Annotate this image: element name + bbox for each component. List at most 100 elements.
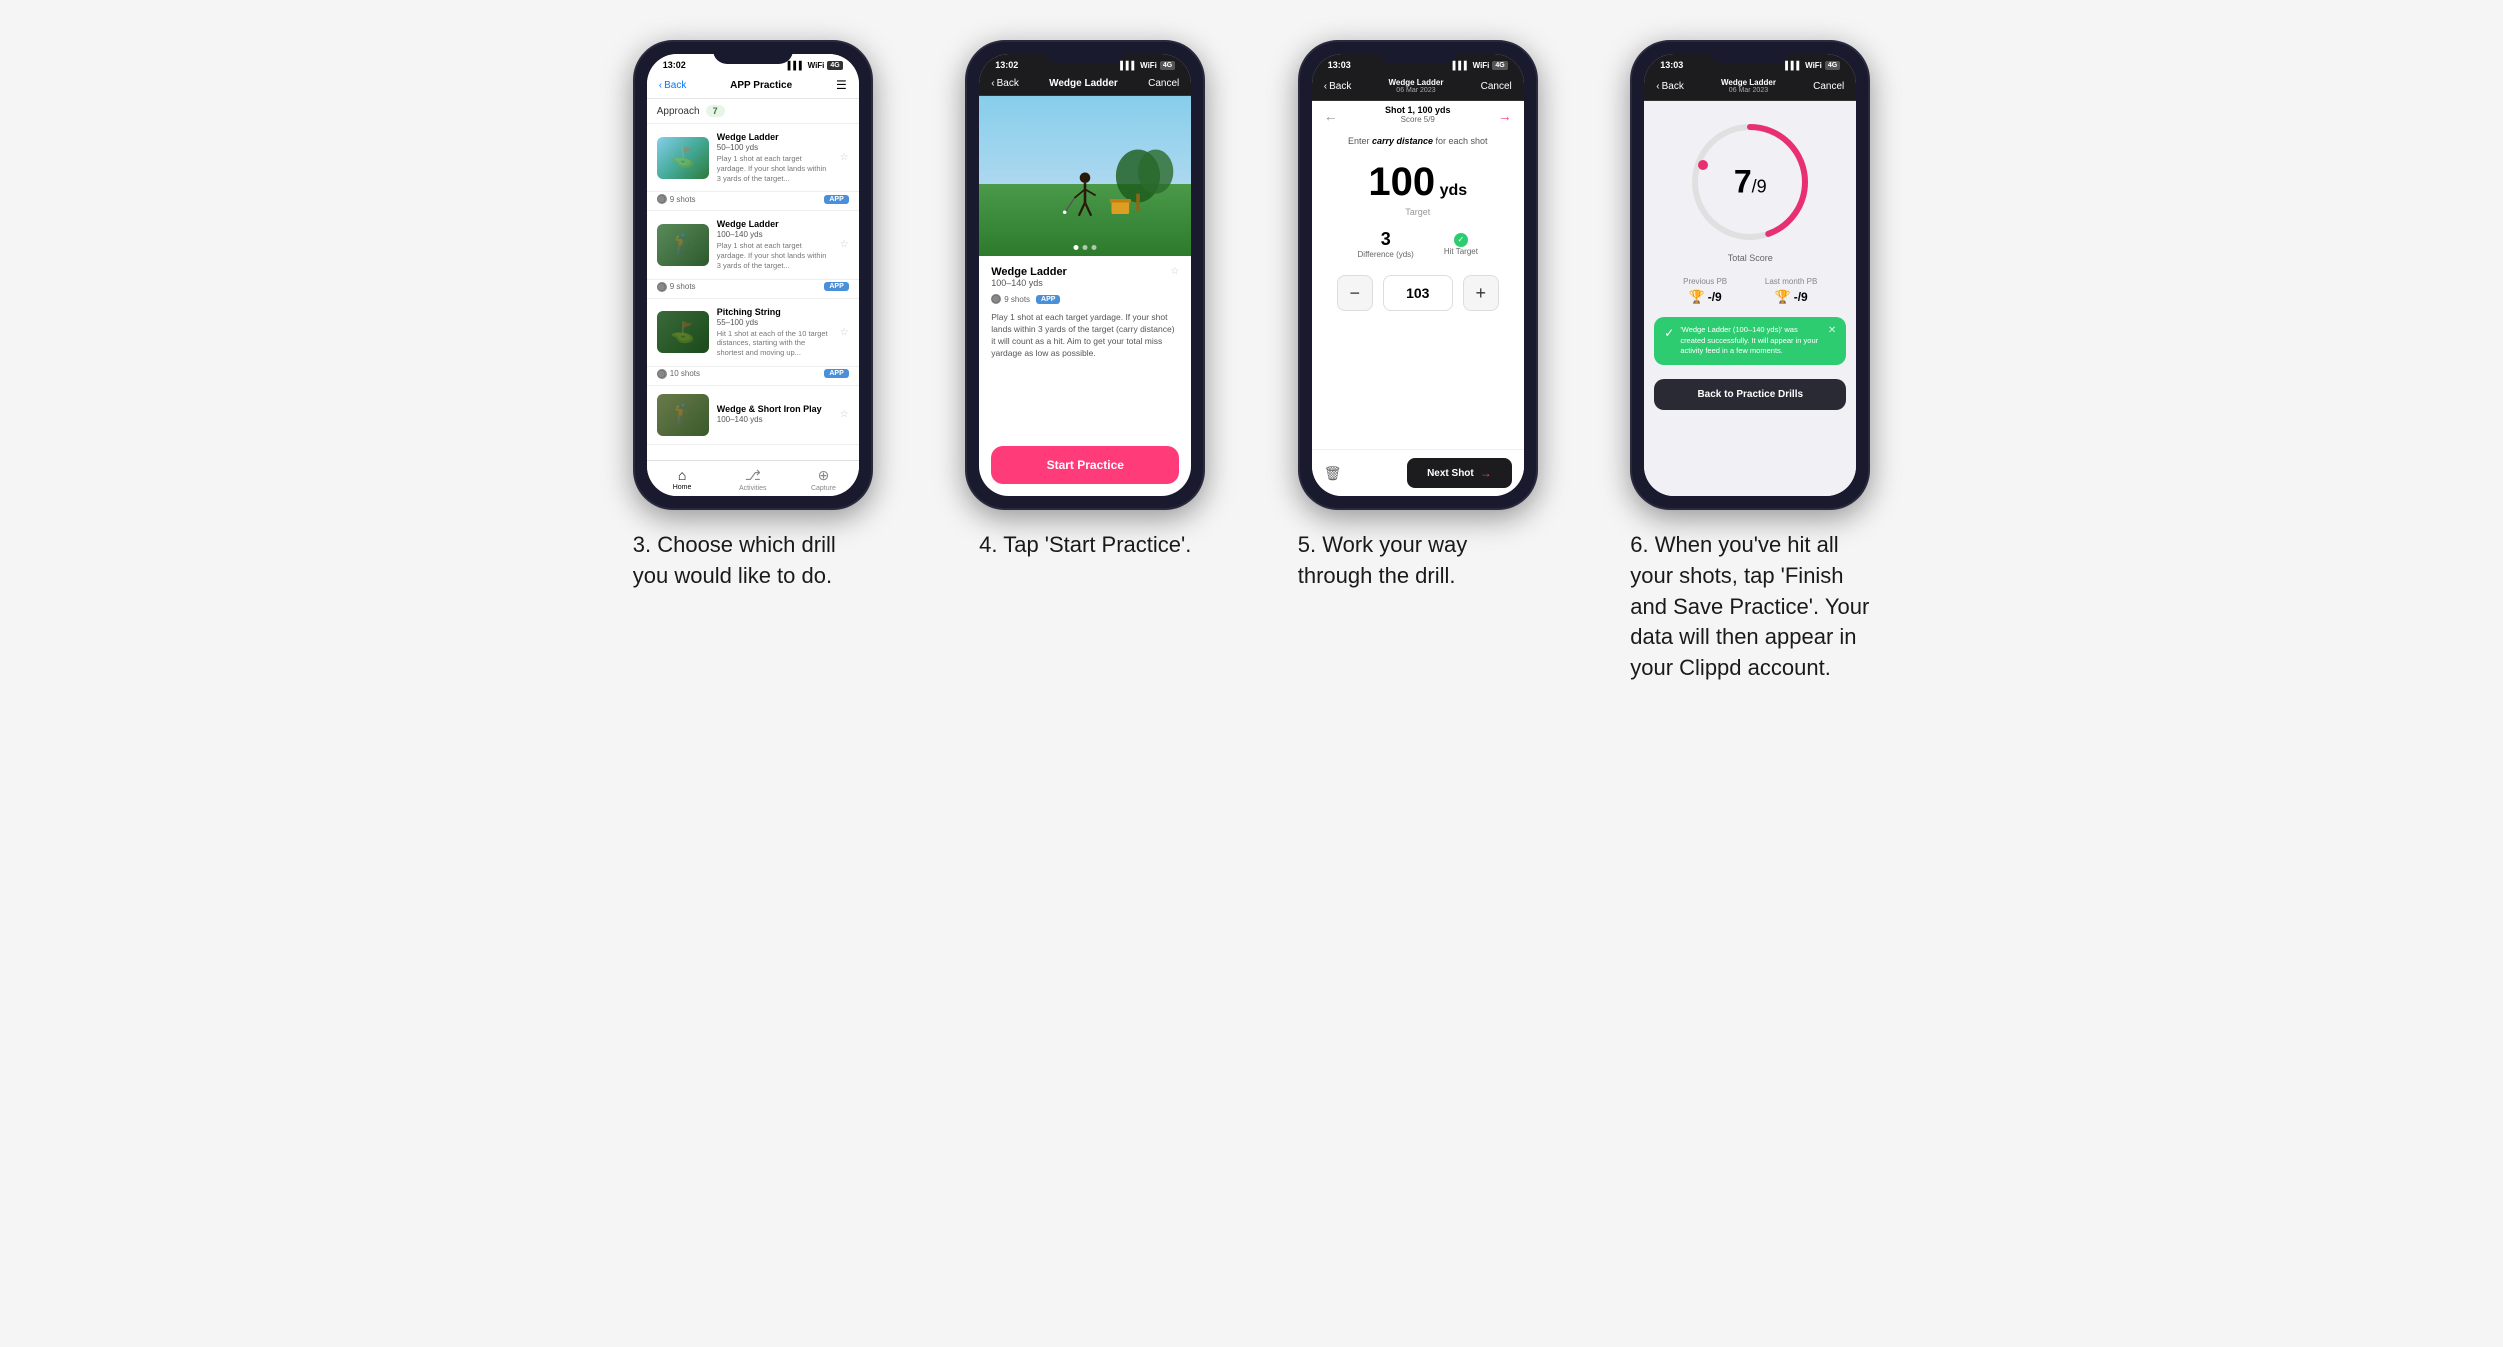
trophy-icon-last: 🏆 [1775,289,1791,305]
section-1: 13:02 ▌▌▌ WiFi 4G ‹ Back APP Practice ☰ … [602,40,905,592]
phone-3: 13:03 ▌▌▌ WiFi 4G ‹ Back Wedge Ladder 06… [1298,40,1538,510]
drill-shots-2: ◯ 10 shots [657,369,700,379]
score-section-4: 7/9 Total Score [1644,101,1856,271]
decrement-btn-3[interactable]: − [1337,275,1373,311]
prev-arrow-3[interactable]: ← [1324,108,1338,124]
activities-icon: ⎇ [745,467,761,484]
screen-4: 13:03 ▌▌▌ WiFi 4G ‹ Back Wedge Ladder 06… [1644,54,1856,496]
drill-item-2[interactable]: ⛳ Pitching String 55–100 yds Hit 1 shot … [647,299,859,386]
target-yds-3: 100 [1368,160,1435,204]
score-circle-4: 7/9 [1685,117,1815,247]
back-btn-3[interactable]: ‹ Back [1324,81,1352,92]
shot-label-3: Shot 1, 100 yds [1385,105,1451,115]
cancel-btn-3[interactable]: Cancel [1481,81,1512,92]
drill-thumb-2: ⛳ [657,311,709,353]
pb-section-4: Previous PB 🏆 -/9 Last month PB 🏆 -/9 [1644,271,1856,311]
drill-shots-1: ◯ 9 shots [657,282,696,292]
previous-pb: Previous PB 🏆 -/9 [1683,277,1727,305]
carry-prompt-3: Enter carry distance for each shot [1312,130,1524,152]
drill-item-0[interactable]: ⛳ Wedge Ladder 50–100 yds Play 1 shot at… [647,124,859,211]
back-to-drills-btn[interactable]: Back to Practice Drills [1654,379,1846,410]
input-row-3: − 103 + [1312,267,1524,319]
filter-count-1: 7 [706,105,725,117]
shots-icon-2: ◯ [657,369,667,379]
back-btn-1[interactable]: ‹ Back [659,80,687,91]
section-2: 13:02 ▌▌▌ WiFi 4G ‹ Back Wedge Ladder Ca… [934,40,1237,561]
success-banner-4: ✓ 'Wedge Ladder (100–140 yds)' was creat… [1654,317,1846,365]
back-btn-2[interactable]: ‹ Back [991,78,1019,89]
target-unit-3: yds [1440,182,1468,199]
nav-bar-3: ‹ Back Wedge Ladder 06 Mar 2023 Cancel [1312,72,1524,101]
section-3: 13:03 ▌▌▌ WiFi 4G ‹ Back Wedge Ladder 06… [1267,40,1570,592]
start-practice-btn[interactable]: Start Practice [991,446,1179,484]
screen-1: 13:02 ▌▌▌ WiFi 4G ‹ Back APP Practice ☰ … [647,54,859,496]
shots-icon-1: ◯ [657,282,667,292]
nav-home[interactable]: ⌂ Home [647,461,718,496]
last-month-pb: Last month PB 🏆 -/9 [1765,277,1817,305]
increment-btn-3[interactable]: + [1463,275,1499,311]
status-time-1: 13:02 [663,60,686,70]
notch-4 [1710,42,1790,64]
close-banner-btn[interactable]: ✕ [1828,325,1836,336]
nav-capture[interactable]: ⊕ Capture [788,461,859,496]
notch-1 [713,42,793,64]
difference-label-3: Difference (yds) [1358,250,1414,259]
image-dots-2 [1074,245,1097,250]
hit-check-icon: ✓ [1454,233,1468,247]
star-icon-2[interactable]: ☆ [840,327,849,338]
notch-3 [1378,42,1458,64]
drill-yds-2: 100–140 yds [991,278,1067,288]
nav-title-2: Wedge Ladder [1049,78,1118,89]
bottom-nav-1: ⌂ Home ⎇ Activities ⊕ Capture [647,460,859,496]
prev-pb-val: -/9 [1708,290,1722,304]
star-icon-0[interactable]: ☆ [840,152,849,163]
nav-activities[interactable]: ⎇ Activities [717,461,788,496]
star-icon-1[interactable]: ☆ [840,239,849,250]
activities-label: Activities [739,485,767,492]
page-container: 13:02 ▌▌▌ WiFi 4G ‹ Back APP Practice ☰ … [602,40,1902,684]
drill-item-3[interactable]: 🏌 Wedge & Short Iron Play 100–140 yds ☆ [647,386,859,445]
drill-desc-detail: Play 1 shot at each target yardage. If y… [991,312,1179,360]
star-icon-3[interactable]: ☆ [840,409,849,420]
app-badge-2: APP [824,369,848,378]
phone-2: 13:02 ▌▌▌ WiFi 4G ‹ Back Wedge Ladder Ca… [965,40,1205,510]
shots-icon-0: ◯ [657,194,667,204]
drill-name-0: Wedge Ladder [717,132,832,142]
drill-yds-3: 100–140 yds [717,415,832,424]
shot-stats-3: 3 Difference (yds) ✓ Hit Target [1312,221,1524,267]
difference-stat: 3 Difference (yds) [1358,229,1414,259]
score-denom-4: /9 [1752,177,1767,197]
next-arrow-3[interactable]: → [1498,108,1512,124]
status-icons-1: ▌▌▌ WiFi 4G [788,61,843,70]
home-icon: ⌂ [678,467,686,483]
trash-icon-3[interactable]: 🗑 [1324,465,1342,482]
hit-target-label-3: Hit Target [1444,247,1478,256]
nav-bar-1: ‹ Back APP Practice ☰ [647,72,859,99]
filter-label-1: Approach [657,106,700,117]
menu-icon-1[interactable]: ☰ [836,78,847,92]
drill-title-2: Wedge Ladder [991,266,1067,278]
back-btn-4[interactable]: ‹ Back [1656,81,1684,92]
drill-image-2 [979,96,1191,256]
drill-item-1[interactable]: 🏌 Wedge Ladder 100–140 yds Play 1 shot a… [647,211,859,298]
status-time-4: 13:03 [1660,60,1683,70]
cancel-btn-2[interactable]: Cancel [1148,78,1179,89]
carry-distance-input[interactable]: 103 [1383,275,1453,311]
success-text-4: 'Wedge Ladder (100–140 yds)' was created… [1680,325,1822,357]
star-icon-detail[interactable]: ☆ [1170,266,1179,277]
cancel-btn-4[interactable]: Cancel [1813,81,1844,92]
success-check-icon: ✓ [1664,326,1674,340]
score-label-3: Score 5/9 [1385,115,1451,124]
shot-nav-3: ← Shot 1, 100 yds Score 5/9 → [1312,101,1524,130]
capture-label: Capture [811,485,836,492]
trophy-icon-prev: 🏆 [1689,289,1705,305]
screen-3: 13:03 ▌▌▌ WiFi 4G ‹ Back Wedge Ladder 06… [1312,54,1524,496]
drill-shots-detail: ◯ 9 shots [991,294,1030,304]
next-shot-btn[interactable]: Next Shot → [1407,458,1512,488]
difference-val-3: 3 [1358,229,1414,250]
hit-target-stat: ✓ Hit Target [1444,229,1478,259]
target-label-3: Target [1312,207,1524,217]
section-4: 13:03 ▌▌▌ WiFi 4G ‹ Back Wedge Ladder 06… [1599,40,1902,684]
drill-yds-1: 100–140 yds [717,230,832,239]
nav-bar-2: ‹ Back Wedge Ladder Cancel [979,72,1191,96]
